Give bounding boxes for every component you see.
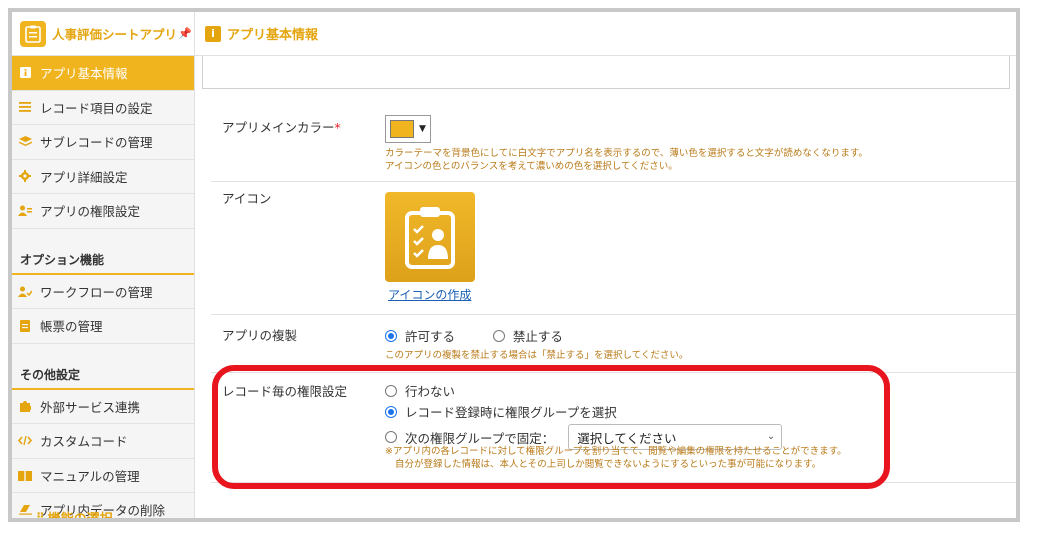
color-swatch bbox=[390, 120, 414, 138]
section-feature-selection: ⠿ 機能の選択 bbox=[36, 511, 113, 522]
book-icon bbox=[18, 468, 32, 482]
sidebar-item-workflow[interactable]: ワークフローの管理 bbox=[12, 275, 194, 309]
app-icon-preview bbox=[385, 192, 475, 282]
sidebar-item-label: 帳票の管理 bbox=[40, 319, 103, 335]
info-icon bbox=[18, 66, 32, 80]
app-name-input[interactable] bbox=[202, 56, 1010, 89]
radio-dot bbox=[385, 329, 397, 342]
icon-label: アイコン bbox=[222, 191, 272, 206]
sidebar-item-label: サブレコードの管理 bbox=[40, 135, 153, 151]
code-icon bbox=[18, 434, 32, 448]
sidebar-item-label: 外部サービス連携 bbox=[40, 399, 141, 415]
layers-icon bbox=[18, 135, 32, 149]
radio-allow-copy[interactable]: 許可する bbox=[385, 326, 455, 345]
sidebar-item-label: アプリ詳細設定 bbox=[40, 169, 128, 185]
sidebar-item-label: マニュアルの管理 bbox=[40, 468, 140, 484]
app-copy-note: このアプリの複製を禁止する場合は「禁止する」を選択してください。 bbox=[385, 350, 689, 361]
clipboard-logo-icon bbox=[20, 20, 46, 47]
workflow-icon bbox=[18, 284, 32, 298]
create-icon-link[interactable]: アイコンの作成 bbox=[388, 286, 471, 303]
list-icon bbox=[18, 100, 32, 114]
sidebar-section-options: オプション機能 bbox=[12, 244, 194, 275]
document-icon bbox=[18, 319, 32, 333]
page-header: i アプリ基本情報 bbox=[195, 12, 1016, 56]
caret-down-icon: ▼ bbox=[419, 124, 426, 134]
sidebar-header: 人事評価シートアプリ 📌 bbox=[12, 12, 194, 56]
sidebar-item-external-services[interactable]: 外部サービス連携 bbox=[12, 390, 194, 424]
app-window: 人事評価シートアプリ 📌 アプリ基本情報 レコード項目の設定 サブレコードの管理 bbox=[8, 8, 1020, 522]
sidebar-item-label: カスタムコード bbox=[40, 434, 128, 450]
required-mark: * bbox=[334, 120, 341, 135]
app-title: 人事評価シートアプリ bbox=[52, 27, 178, 42]
page-title: アプリ基本情報 bbox=[227, 28, 319, 43]
radio-dot bbox=[492, 329, 505, 342]
puzzle-icon bbox=[18, 399, 32, 413]
highlight-annotation bbox=[212, 365, 890, 489]
color-picker[interactable]: ▼ bbox=[385, 115, 431, 143]
row-icon: アイコン アイコンの作成 bbox=[211, 182, 1016, 315]
clipboard-user-icon bbox=[385, 192, 475, 282]
sidebar-item-app-details[interactable]: アプリ詳細設定 bbox=[12, 160, 194, 194]
sidebar-item-manuals[interactable]: マニュアルの管理 bbox=[12, 459, 194, 493]
sidebar-section-other: その他設定 bbox=[12, 359, 194, 390]
sidebar-item-forms[interactable]: 帳票の管理 bbox=[12, 309, 194, 344]
sidebar-item-label: アプリ基本情報 bbox=[40, 66, 128, 82]
main-color-label: アプリメインカラー* bbox=[222, 120, 341, 135]
sidebar-item-label: レコード項目の設定 bbox=[40, 100, 153, 116]
gear-icon bbox=[18, 169, 32, 183]
sidebar-item-permissions[interactable]: アプリの権限設定 bbox=[12, 194, 194, 229]
main-color-note: カラーテーマを背景色にしてに白文字でアプリ名を表示するので、薄い色を選択すると文… bbox=[385, 148, 868, 172]
app-copy-options: 許可する 禁止する bbox=[385, 326, 563, 345]
radio-deny-copy[interactable]: 禁止する bbox=[492, 326, 563, 345]
users-icon bbox=[18, 204, 32, 218]
sidebar-item-label: ワークフローの管理 bbox=[40, 284, 153, 300]
sidebar-item-subrecords[interactable]: サブレコードの管理 bbox=[12, 125, 194, 160]
sidebar-item-label: アプリの権限設定 bbox=[40, 204, 141, 220]
sidebar: 人事評価シートアプリ 📌 アプリ基本情報 レコード項目の設定 サブレコードの管理 bbox=[12, 12, 195, 518]
sidebar-item-custom-code[interactable]: カスタムコード bbox=[12, 424, 194, 459]
eraser-icon bbox=[18, 503, 32, 517]
row-main-color: アプリメインカラー* ▼ カラーテーマを背景色にしてに白文字でアプリ名を表示する… bbox=[211, 105, 1016, 182]
pin-icon[interactable]: 📌 bbox=[178, 27, 192, 40]
grip-icon: ⠿ bbox=[36, 511, 44, 522]
sidebar-item-record-fields[interactable]: レコード項目の設定 bbox=[12, 91, 194, 125]
sidebar-item-basic-info[interactable]: アプリ基本情報 bbox=[12, 56, 194, 91]
info-icon: i bbox=[205, 25, 221, 42]
app-copy-label: アプリの複製 bbox=[222, 328, 298, 343]
